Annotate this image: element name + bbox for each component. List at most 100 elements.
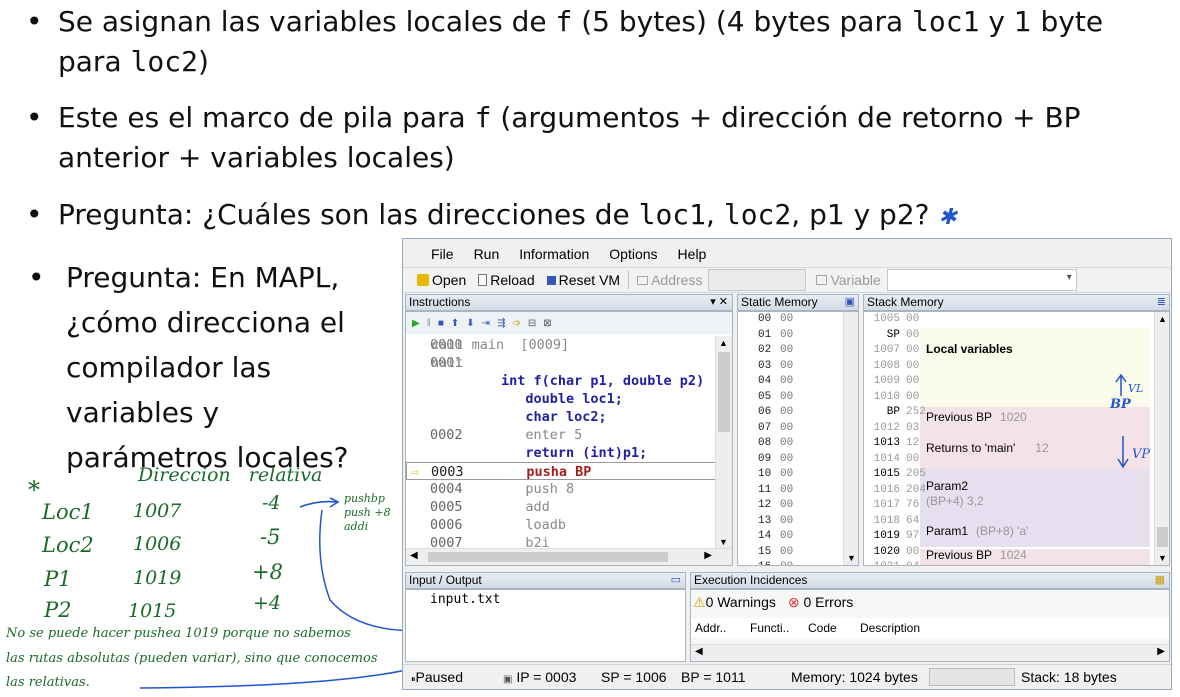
col-description[interactable]: Description bbox=[856, 618, 976, 638]
code-line-text: halt bbox=[431, 355, 464, 371]
play-icon[interactable]: ▶ bbox=[412, 318, 420, 329]
scroll-down-icon[interactable]: ▼ bbox=[1158, 553, 1167, 563]
instructions-scrollbar[interactable]: ▲ ▼ bbox=[715, 336, 732, 549]
reload-button[interactable]: Reload bbox=[472, 269, 540, 291]
stack-memory-address: 1010 bbox=[873, 390, 900, 403]
scroll-thumb[interactable] bbox=[1157, 527, 1168, 547]
step-out-icon[interactable]: ➩ bbox=[512, 318, 520, 329]
scroll-up-icon[interactable]: ▲ bbox=[1158, 314, 1167, 324]
static-memory-row: 02 00 bbox=[738, 343, 793, 359]
stack-memory-value: 204 bbox=[906, 483, 926, 496]
code-line[interactable]: 0000 call main [0009] bbox=[406, 336, 716, 354]
scroll-thumb[interactable] bbox=[718, 352, 730, 432]
step-down-icon[interactable]: ⬇ bbox=[466, 318, 474, 329]
menu-run[interactable]: Run bbox=[464, 246, 510, 262]
incidences-table-header: Addr.. Functi.. Code Description bbox=[691, 618, 1169, 638]
menu-file[interactable]: File bbox=[421, 246, 464, 262]
previous-bp-label: Previous BP 1020 bbox=[926, 410, 1027, 424]
console-icon[interactable]: ▭ bbox=[671, 573, 681, 588]
memory-icon[interactable]: ▣ bbox=[845, 295, 855, 310]
clear-breakpoints-icon[interactable]: ⊠ bbox=[543, 318, 551, 329]
pause-icon[interactable]: ‖ bbox=[427, 318, 431, 329]
address-button[interactable]: Address bbox=[631, 269, 708, 291]
step-up-icon[interactable]: ⬆ bbox=[451, 318, 459, 329]
scroll-down-icon[interactable]: ▼ bbox=[719, 537, 728, 547]
menu-information[interactable]: Information bbox=[509, 246, 599, 262]
stop-icon[interactable]: ■ bbox=[438, 318, 444, 329]
code-line-text: call main [0009] bbox=[431, 337, 570, 353]
panel-controls-icon[interactable]: ▾ ✕ bbox=[710, 295, 728, 310]
hscroll-thumb[interactable] bbox=[428, 552, 668, 562]
code-line[interactable]: return (int)p1; bbox=[406, 444, 716, 462]
code-line[interactable]: 0005 add bbox=[406, 498, 716, 516]
incidences-hscrollbar[interactable]: ◀ ▶ bbox=[691, 644, 1169, 661]
static-memory-value: 00 bbox=[780, 468, 794, 480]
static-memory-row: 13 00 bbox=[738, 514, 793, 530]
static-scrollbar[interactable]: ▼ bbox=[843, 312, 858, 565]
static-memory-row: 06 00 bbox=[738, 405, 793, 421]
stop-icon bbox=[546, 275, 556, 285]
stack-memory-value: 00 bbox=[906, 313, 920, 325]
menu-options[interactable]: Options bbox=[599, 246, 667, 262]
status-stack: Stack: 18 bytes bbox=[1021, 669, 1117, 685]
open-button[interactable]: Open bbox=[411, 269, 472, 291]
code-line[interactable]: int f(char p1, double p2) bbox=[406, 372, 716, 390]
mapl-debugger-window: File Run Information Options Help Open R… bbox=[402, 238, 1172, 690]
code-line[interactable]: 0006 loadb bbox=[406, 516, 716, 534]
code-line[interactable]: double loc1; bbox=[406, 390, 716, 408]
col-function[interactable]: Functi.. bbox=[746, 618, 804, 638]
io-body[interactable]: input.txt bbox=[405, 589, 686, 662]
stack-memory-address: 1018 bbox=[873, 514, 900, 527]
step-into-icon[interactable]: ⇥ bbox=[482, 318, 490, 329]
variable-select[interactable] bbox=[886, 269, 1077, 291]
scroll-left-icon[interactable]: ◀ bbox=[410, 550, 418, 561]
static-memory-address: 04 bbox=[758, 375, 772, 387]
local-variables-label: Local variables bbox=[926, 342, 1013, 356]
stack-memory-address: 1007 bbox=[873, 344, 900, 356]
code-line[interactable]: ⇨ 0003 pusha BP bbox=[406, 462, 716, 480]
static-memory-address: 09 bbox=[758, 452, 772, 465]
stack-scrollbar[interactable]: ▲ ▼ bbox=[1154, 312, 1169, 565]
scroll-right-icon[interactable]: ▶ bbox=[1157, 646, 1165, 657]
stack-memory-address: 1021 bbox=[868, 560, 900, 565]
stack-memory-value: 00 bbox=[906, 390, 920, 403]
static-memory-value: 00 bbox=[780, 499, 794, 511]
scroll-up-icon[interactable]: ▲ bbox=[719, 338, 728, 348]
code-line-text: enter 5 bbox=[501, 427, 583, 443]
incidences-icon[interactable]: ▦ bbox=[1155, 573, 1165, 588]
code-line[interactable]: 0004 push 8 bbox=[406, 480, 716, 498]
step-over-icon[interactable]: ⇶ bbox=[497, 318, 505, 329]
reset-vm-button[interactable]: Reset VM bbox=[541, 269, 626, 291]
address-input[interactable] bbox=[708, 269, 807, 291]
menu-help[interactable]: Help bbox=[668, 246, 717, 262]
code-line[interactable]: 0001 halt bbox=[406, 354, 716, 372]
variable-button[interactable]: Variable bbox=[810, 269, 886, 291]
toolbar: Open Reload Reset VM Address Variable bbox=[403, 267, 1171, 293]
scroll-right-icon[interactable]: ▶ bbox=[704, 550, 712, 561]
breakpoint-icon[interactable]: ⊟ bbox=[528, 318, 536, 329]
code-line-text: double loc1; bbox=[501, 391, 623, 407]
warnings-filter[interactable]: ⚠0 Warnings bbox=[693, 594, 776, 611]
instructions-hscrollbar[interactable]: ◀ ▶ bbox=[406, 548, 732, 565]
scroll-down-icon[interactable]: ▼ bbox=[847, 553, 856, 563]
static-memory-value: 00 bbox=[780, 437, 794, 449]
errors-filter[interactable]: ⊗ 0 Errors bbox=[788, 594, 853, 611]
col-address[interactable]: Addr.. bbox=[691, 618, 746, 638]
code-line-address: 0006 bbox=[430, 517, 463, 533]
scroll-left-icon[interactable]: ◀ bbox=[695, 646, 703, 657]
stack-memory-value: 252 bbox=[906, 406, 926, 418]
code-line-text: add bbox=[501, 499, 550, 515]
code-line[interactable]: 0002 enter 5 bbox=[406, 426, 716, 444]
handwritten-strokes bbox=[139, 497, 449, 689]
io-header: Input / Output ▭ bbox=[405, 572, 686, 589]
stack-memory-panel: Stack Memory ≣ 1005 00 SP 00 1007 00 1008 00 1009… bbox=[863, 294, 1170, 566]
stack-icon[interactable]: ≣ bbox=[1157, 295, 1166, 310]
stack-memory-value: 64 bbox=[906, 514, 920, 527]
stack-memory-address: 1015 bbox=[873, 468, 900, 480]
stack-memory-address: 1013 bbox=[873, 437, 900, 449]
handwritten-arrows bbox=[1115, 373, 1129, 469]
col-code[interactable]: Code bbox=[804, 618, 856, 638]
static-memory-value: 00 bbox=[780, 545, 794, 558]
stack-memory-address: BP bbox=[886, 406, 900, 418]
code-line[interactable]: char loc2; bbox=[406, 408, 716, 426]
